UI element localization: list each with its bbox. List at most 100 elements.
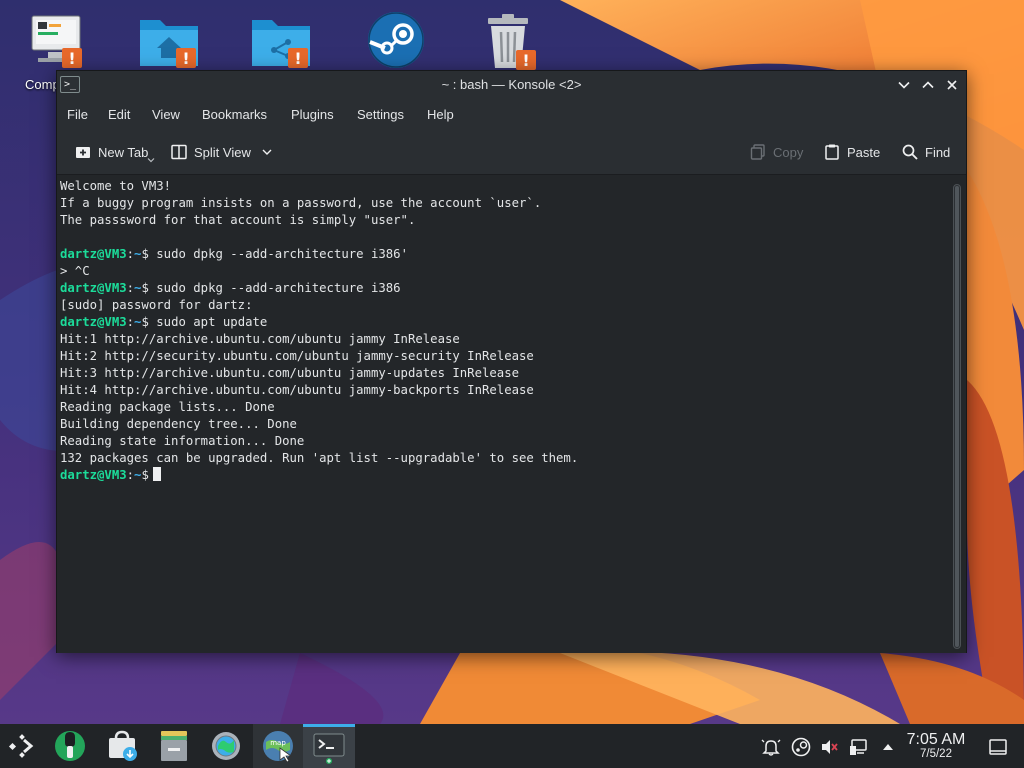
- terminal-output-line: Hit:2 http://security.ubuntu.com/ubuntu …: [60, 349, 534, 363]
- chevron-up-icon: [922, 81, 934, 89]
- svg-text:!: !: [522, 51, 529, 70]
- paste-icon: [825, 144, 839, 160]
- konsole-window: >_ ~ : bash — Konsole <2> File Edit View…: [56, 70, 967, 653]
- terminal-icon: [313, 733, 345, 764]
- chevron-up-icon: [883, 744, 893, 750]
- window-title: ~ : bash — Konsole <2>: [441, 77, 582, 92]
- main-toolbar: New Tab Split View Copy Paste Find: [57, 129, 966, 175]
- new-tab-button[interactable]: New Tab: [74, 142, 155, 163]
- prompt-user: dartz@VM3: [60, 281, 127, 295]
- menu-bookmarks[interactable]: Bookmarks: [202, 107, 267, 122]
- terminal-scrollbar[interactable]: [953, 184, 961, 649]
- taskbar: map: [0, 724, 1024, 768]
- menu-view[interactable]: View: [152, 107, 180, 122]
- application-launcher-button[interactable]: [4, 728, 40, 764]
- bell-icon: [761, 739, 781, 756]
- terminal-output-line: > ^C: [60, 264, 90, 278]
- tray-network[interactable]: [849, 737, 869, 757]
- steam-icon: [791, 737, 811, 757]
- copy-label: Copy: [773, 144, 804, 160]
- terminal-output-line: Reading package lists... Done: [60, 400, 275, 414]
- tray-expand[interactable]: [878, 737, 898, 757]
- split-view-label: Split View: [194, 144, 251, 160]
- tray-notifications[interactable]: [761, 737, 781, 757]
- menu-settings[interactable]: Settings: [357, 107, 404, 122]
- taskbar-app-system-settings[interactable]: [208, 728, 244, 764]
- terminal-output-line: The passsword for that account is simply…: [60, 213, 416, 227]
- find-label: Find: [925, 144, 951, 160]
- menu-plugins[interactable]: Plugins: [291, 107, 334, 122]
- volume-muted-icon: [822, 740, 838, 754]
- desktop-icon-computer-label: Comp: [25, 77, 60, 92]
- split-view-icon: [171, 144, 187, 160]
- terminal-output-line: Welcome to VM3!: [60, 179, 172, 193]
- menu-edit[interactable]: Edit: [108, 107, 130, 122]
- split-view-button[interactable]: Split View: [170, 142, 273, 162]
- new-tab-icon: [76, 147, 90, 158]
- chevron-down-icon: [262, 149, 272, 155]
- taskbar-app-map[interactable]: map: [260, 728, 296, 764]
- minimize-button[interactable]: [895, 76, 913, 94]
- menu-help[interactable]: Help: [427, 107, 454, 122]
- map-app-icon: map: [263, 731, 293, 763]
- taskbar-app-discover[interactable]: [52, 728, 88, 764]
- prompt-command: sudo apt update: [156, 315, 268, 329]
- terminal-output-line: Hit:1 http://archive.ubuntu.com/ubuntu j…: [60, 332, 460, 346]
- terminal-prompt-line: dartz@VM3:~$ sudo dpkg --add-architectur…: [60, 281, 401, 295]
- close-icon: [947, 80, 957, 90]
- menu-file[interactable]: File: [67, 107, 88, 122]
- file-manager-icon: [161, 731, 187, 761]
- svg-text:!: !: [294, 49, 301, 68]
- terminal-output-line: 132 packages can be upgraded. Run 'apt l…: [60, 451, 579, 465]
- terminal-output: Welcome to VM3! If a buggy program insist…: [60, 178, 940, 484]
- copy-icon: [750, 144, 765, 160]
- copy-button[interactable]: Copy: [749, 142, 803, 162]
- gear-icon: [212, 732, 240, 760]
- taskbar-app-dolphin[interactable]: [156, 728, 192, 764]
- menubar: File Edit View Bookmarks Plugins Setting…: [57, 99, 966, 129]
- terminal-output-line: [sudo] password for dartz:: [60, 298, 253, 312]
- terminal-prompt-line: dartz@VM3:~$ sudo dpkg --add-architectur…: [60, 247, 408, 261]
- taskbar-app-konsole[interactable]: [311, 728, 347, 764]
- new-tab-label: New Tab: [98, 144, 149, 160]
- show-desktop-button[interactable]: [988, 737, 1008, 757]
- maximize-button[interactable]: [919, 76, 937, 94]
- terminal-cursor: [153, 467, 162, 481]
- terminal-output-line: Hit:3 http://archive.ubuntu.com/ubuntu j…: [60, 366, 520, 380]
- close-button[interactable]: [943, 76, 961, 94]
- terminal-output-line: If a buggy program insists on a password…: [60, 196, 542, 210]
- clock-date[interactable]: 7/5/22: [902, 748, 970, 760]
- shopping-bag-icon: [109, 730, 137, 761]
- terminal-view[interactable]: Welcome to VM3! If a buggy program insist…: [57, 176, 966, 653]
- taskbar-active-indicator: [303, 724, 355, 727]
- terminal-output-line: Building dependency tree... Done: [60, 417, 297, 431]
- paste-button[interactable]: Paste: [823, 142, 880, 162]
- show-desktop-icon: [989, 739, 1007, 755]
- terminal-prompt-line: dartz@VM3:~$: [60, 467, 940, 484]
- svg-text:map: map: [270, 739, 286, 747]
- terminal-prompt-line: dartz@VM3:~$ sudo apt update: [60, 315, 268, 329]
- prompt-user: dartz@VM3: [60, 315, 127, 329]
- clock-time[interactable]: 7:05 AM: [902, 731, 970, 749]
- discover-icon: [55, 731, 85, 761]
- prompt-user: dartz@VM3: [60, 247, 127, 261]
- prompt-user: dartz@VM3: [60, 468, 127, 482]
- prompt-command: sudo dpkg --add-architecture i386: [156, 281, 401, 295]
- find-button[interactable]: Find: [901, 142, 950, 162]
- taskbar-app-store[interactable]: [104, 728, 140, 764]
- svg-text:!: !: [182, 49, 189, 68]
- paste-label: Paste: [847, 144, 881, 160]
- chevron-down-icon: [898, 81, 910, 89]
- tray-steam[interactable]: [791, 737, 811, 757]
- launcher-icon: [8, 734, 34, 758]
- chevron-down-icon: [147, 158, 155, 163]
- prompt-command: sudo dpkg --add-architecture i386': [156, 247, 408, 261]
- search-icon: [902, 144, 918, 160]
- tray-volume[interactable]: [819, 737, 839, 757]
- svg-text:!: !: [68, 49, 75, 68]
- window-titlebar[interactable]: >_ ~ : bash — Konsole <2>: [57, 71, 966, 99]
- scrollbar-thumb[interactable]: [955, 186, 959, 647]
- terminal-output-line: Reading state information... Done: [60, 434, 305, 448]
- network-wired-icon: [850, 739, 867, 755]
